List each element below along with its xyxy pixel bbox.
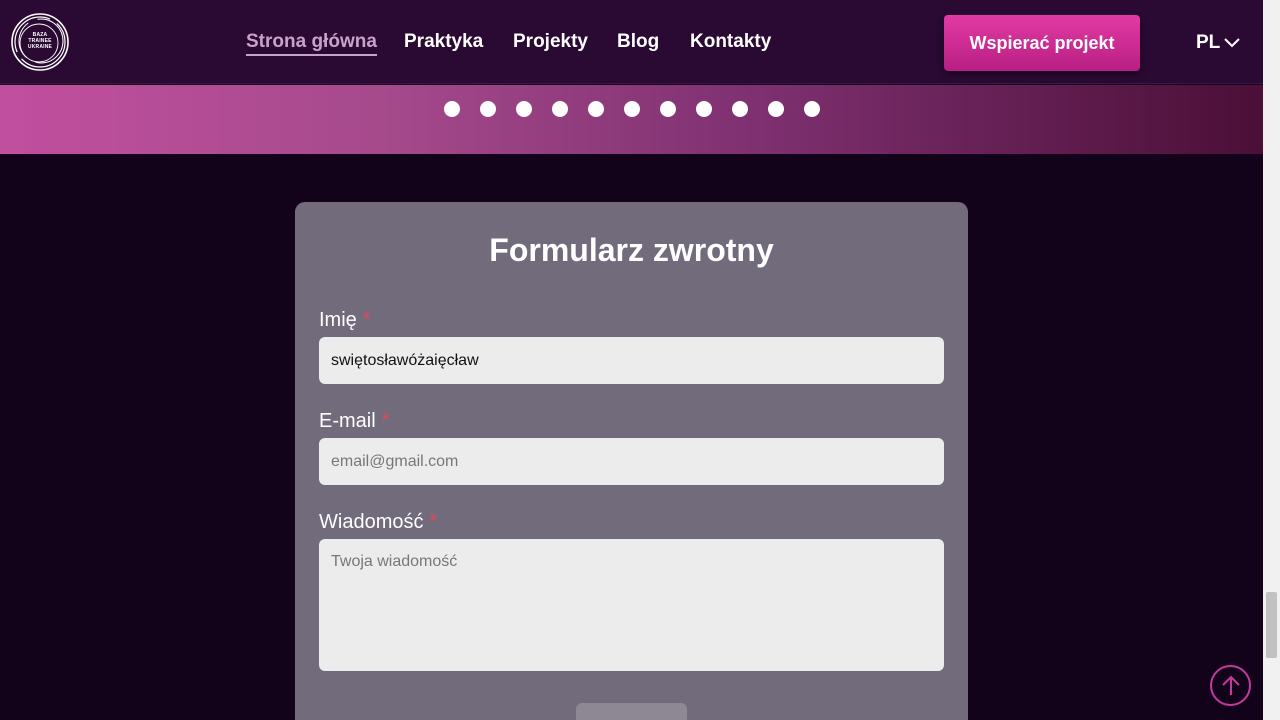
required-mark: * [381,410,390,432]
carousel-dot[interactable] [768,101,784,117]
logo-text: BAZA TRAINEE UKRAINE [24,32,56,50]
carousel-dot[interactable] [624,101,640,117]
site-header: BAZA TRAINEE UKRAINE Strona główna Prakt… [0,0,1263,84]
nav-item-home[interactable]: Strona główna [246,31,377,56]
nav-item-contacts[interactable]: Kontakty [690,31,771,53]
carousel-dot[interactable] [732,101,748,117]
scrollbar-thumb[interactable] [1266,592,1277,658]
email-label-text: E-mail [319,410,376,432]
message-label: Wiadomość * [319,511,437,534]
nav-item-blog[interactable]: Blog [617,31,659,53]
hero-banner [0,85,1263,154]
carousel-dot[interactable] [552,101,568,117]
required-mark: * [429,511,438,533]
page: BAZA TRAINEE UKRAINE Strona główna Prakt… [0,0,1280,720]
nav-item-projects[interactable]: Projekty [513,31,588,53]
carousel-dot[interactable] [480,101,496,117]
carousel-dot[interactable] [696,101,712,117]
email-input[interactable]: email@gmail.com [319,438,944,485]
name-label-text: Imię [319,309,357,331]
chevron-down-icon [1224,38,1240,48]
carousel-dot[interactable] [660,101,676,117]
message-textarea[interactable]: Twoja wiadomość [319,539,944,671]
arrow-up-icon [1221,675,1240,695]
name-label: Imię * [319,309,371,332]
language-label: PL [1196,32,1221,53]
carousel-dot[interactable] [444,101,460,117]
message-label-text: Wiadomość [319,511,424,533]
required-mark: * [362,309,371,331]
carousel-dot[interactable] [516,101,532,117]
language-selector[interactable]: PL [1196,31,1240,55]
nav-item-practice[interactable]: Praktyka [404,31,483,53]
logo[interactable]: BAZA TRAINEE UKRAINE [10,12,70,72]
name-input[interactable]: swiętosławóżaięcław [319,337,944,384]
carousel-dot[interactable] [588,101,604,117]
support-project-button[interactable]: Wspierać projekt [944,15,1140,71]
feedback-form-card: Formularz zwrotny Imię * swiętosławóżaięc… [295,202,968,720]
scroll-to-top-button[interactable] [1210,665,1251,706]
carousel-dots [0,101,1263,117]
form-title: Formularz zwrotny [489,232,774,268]
logo-line: UKRAINE [27,44,53,50]
email-label: E-mail * [319,410,389,433]
submit-button[interactable] [576,703,687,720]
carousel-dot[interactable] [804,101,820,117]
